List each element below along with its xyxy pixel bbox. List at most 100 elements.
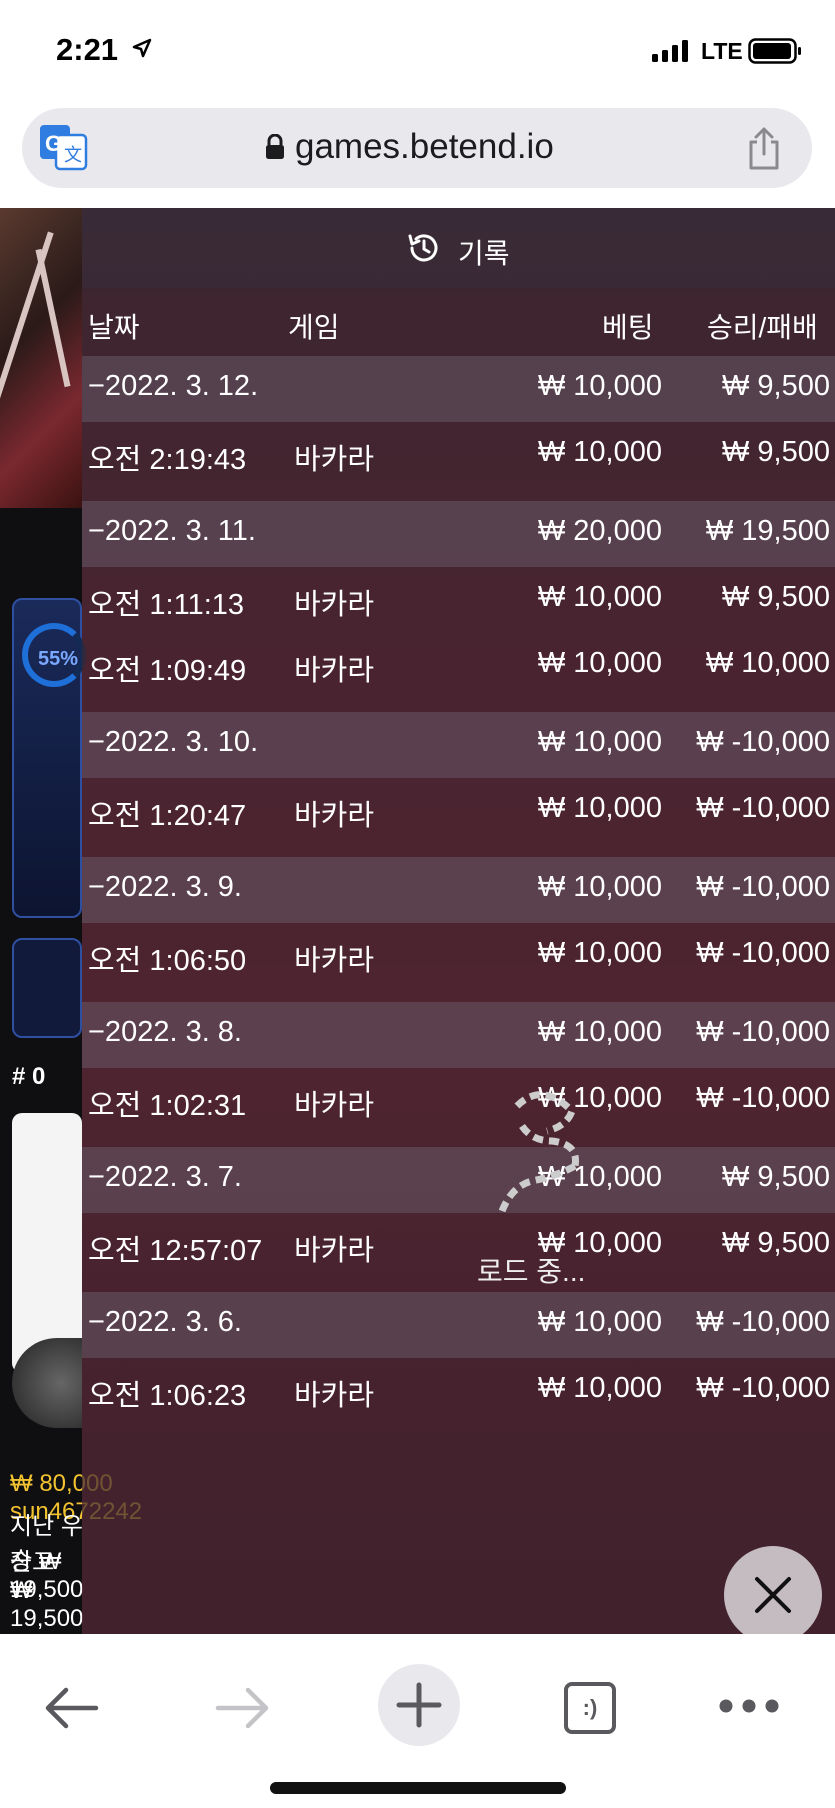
battery-icon	[748, 38, 801, 64]
column-game: 게임	[288, 312, 340, 343]
cash-line: 잔고 ₩ 19,500	[10, 1549, 84, 1632]
history-clock-icon	[408, 234, 438, 262]
more-icon[interactable]	[718, 1698, 780, 1714]
row-date: 오전 1:11:13	[88, 589, 245, 621]
row-bet: ₩ 10,000	[537, 436, 662, 468]
row-bet: ₩ 10,000	[537, 581, 662, 613]
row-date: 오전 12:57:07	[88, 1235, 263, 1267]
history-header: 기록	[82, 208, 835, 288]
new-tab-button[interactable]	[378, 1664, 460, 1746]
share-icon[interactable]	[746, 126, 782, 170]
lock-icon	[266, 134, 284, 159]
signal-icon	[652, 40, 688, 62]
roadmap-grid	[12, 1113, 82, 1373]
row-result: ₩ -10,000	[696, 1306, 830, 1338]
row-date: −2022. 3. 8.	[88, 1016, 242, 1048]
row-date: 오전 1:09:49	[88, 655, 247, 687]
row-game: 바카라	[294, 945, 375, 977]
browser-toolbar: :)	[0, 1634, 835, 1808]
row-game: 바카라	[294, 1235, 375, 1267]
web-viewport: 55% # 0 ₩ 80,000 sun4672242 지난 우승 ₩ 19,5…	[0, 208, 835, 1634]
history-date-row: −2022. 3. 11. ₩ 20,000 ₩ 19,500	[82, 501, 835, 567]
row-date: −2022. 3. 9.	[88, 871, 242, 903]
close-button[interactable]	[724, 1546, 822, 1634]
row-bet: ₩ 10,000	[537, 792, 662, 824]
game-side-panel: 55% # 0 ₩ 80,000 sun4672242 지난 우승 ₩ 19,5…	[0, 208, 142, 1634]
column-result: 승리/패배	[707, 312, 818, 343]
column-date: 날짜	[88, 312, 140, 343]
plus-icon	[396, 1682, 442, 1728]
row-result: ₩ -10,000	[696, 1016, 830, 1048]
loading-text: 로드 중...	[477, 1256, 586, 1287]
row-result: ₩ -10,000	[696, 871, 830, 903]
row-game: 바카라	[294, 444, 375, 476]
row-bet: ₩ 10,000	[537, 647, 662, 679]
row-bet: ₩ 10,000	[537, 370, 662, 402]
row-result: ₩ -10,000	[696, 1372, 830, 1404]
row-bet: ₩ 10,000	[537, 726, 662, 758]
forward-arrow-icon[interactable]	[214, 1686, 272, 1730]
tabs-button[interactable]: :)	[564, 1682, 616, 1734]
row-result: ₩ 10,000	[705, 647, 830, 679]
history-entry-row: 오전 1:02:31 바카라 ₩ 10,000 ₩ -10,000	[82, 1068, 835, 1134]
svg-text:G: G	[45, 131, 62, 156]
loading-spinner-icon	[498, 1091, 579, 1213]
history-entry-row: 오전 1:06:23 바카라 ₩ 10,000 ₩ -10,000	[82, 1358, 835, 1424]
row-result: ₩ -10,000	[696, 792, 830, 824]
url-text[interactable]: games.betend.io	[295, 127, 554, 167]
row-result: ₩ 19,500	[705, 515, 830, 547]
row-date: −2022. 3. 10.	[88, 726, 259, 758]
row-date: −2022. 3. 6.	[88, 1306, 242, 1338]
row-result: ₩ 9,500	[722, 436, 830, 468]
svg-text:文: 文	[64, 145, 82, 166]
history-date-row: −2022. 3. 9. ₩ 10,000 ₩ -10,000	[82, 857, 835, 923]
row-date: 오전 2:19:43	[88, 444, 247, 476]
row-date: 오전 1:02:31	[88, 1090, 247, 1122]
back-arrow-icon[interactable]	[42, 1686, 100, 1730]
column-bet: 베팅	[602, 312, 654, 343]
row-date: −2022. 3. 7.	[88, 1161, 242, 1193]
row-bet: ₩ 10,000	[537, 871, 662, 903]
history-entry-row: 오전 2:19:43 바카라 ₩ 10,000 ₩ 9,500	[82, 422, 835, 488]
row-date: 오전 1:20:47	[88, 800, 247, 832]
history-entry-row: 오전 1:09:49 바카라 ₩ 10,000 ₩ 10,000	[82, 633, 835, 699]
history-entry-row: 오전 1:06:50 바카라 ₩ 10,000 ₩ -10,000	[82, 923, 835, 989]
row-bet: ₩ 10,000	[537, 1306, 662, 1338]
row-result: ₩ 9,500	[722, 581, 830, 613]
history-date-row: −2022. 3. 7. ₩ 10,000 ₩ 9,500	[82, 1147, 835, 1213]
history-entry-row: 오전 1:20:47 바카라 ₩ 10,000 ₩ -10,000	[82, 778, 835, 844]
home-indicator	[270, 1782, 566, 1794]
history-panel: 기록 날짜 게임 베팅 승리/패배 −2022. 3. 12. ₩ 10,000 ₩…	[82, 208, 835, 1634]
row-game: 바카라	[294, 800, 375, 832]
row-bet: ₩ 10,000	[537, 937, 662, 969]
translate-icon[interactable]: G 文	[40, 125, 88, 171]
history-entry-row: 오전 1:11:13 바카라 ₩ 10,000 ₩ 9,500	[82, 567, 835, 633]
close-icon	[755, 1577, 791, 1613]
status-bar: 2:21 LTE	[0, 0, 835, 100]
progress-value: 55%	[38, 648, 79, 670]
history-date-row: −2022. 3. 6. ₩ 10,000 ₩ -10,000	[82, 1292, 835, 1358]
row-result: ₩ 9,500	[722, 370, 830, 402]
history-date-row: −2022. 3. 12. ₩ 10,000 ₩ 9,500	[82, 356, 835, 422]
row-result: ₩ -10,000	[696, 726, 830, 758]
row-date: 오전 1:06:50	[88, 945, 247, 977]
history-date-row: −2022. 3. 8. ₩ 10,000 ₩ -10,000	[82, 1002, 835, 1068]
row-result: ₩ -10,000	[696, 937, 830, 969]
round-label: # 0	[12, 1063, 46, 1090]
row-date: −2022. 3. 11.	[88, 515, 256, 547]
carrier-label: LTE	[701, 38, 743, 64]
row-bet: ₩ 10,000	[537, 1372, 662, 1404]
bet-button[interactable]	[12, 938, 82, 1038]
history-date-row: −2022. 3. 10. ₩ 10,000 ₩ -10,000	[82, 712, 835, 778]
row-bet: ₩ 20,000	[537, 515, 662, 547]
address-bar[interactable]: G 文 games.betend.io	[22, 108, 812, 188]
row-game: 바카라	[294, 589, 375, 621]
row-game: 바카라	[294, 1380, 375, 1412]
row-game: 바카라	[294, 1090, 375, 1122]
row-result: ₩ -10,000	[696, 1082, 830, 1114]
location-arrow-icon	[132, 38, 152, 58]
status-time: 2:21	[56, 32, 119, 67]
row-result: ₩ 9,500	[722, 1227, 830, 1259]
row-date: 오전 1:06:23	[88, 1380, 247, 1412]
decorative-scene	[0, 208, 82, 508]
